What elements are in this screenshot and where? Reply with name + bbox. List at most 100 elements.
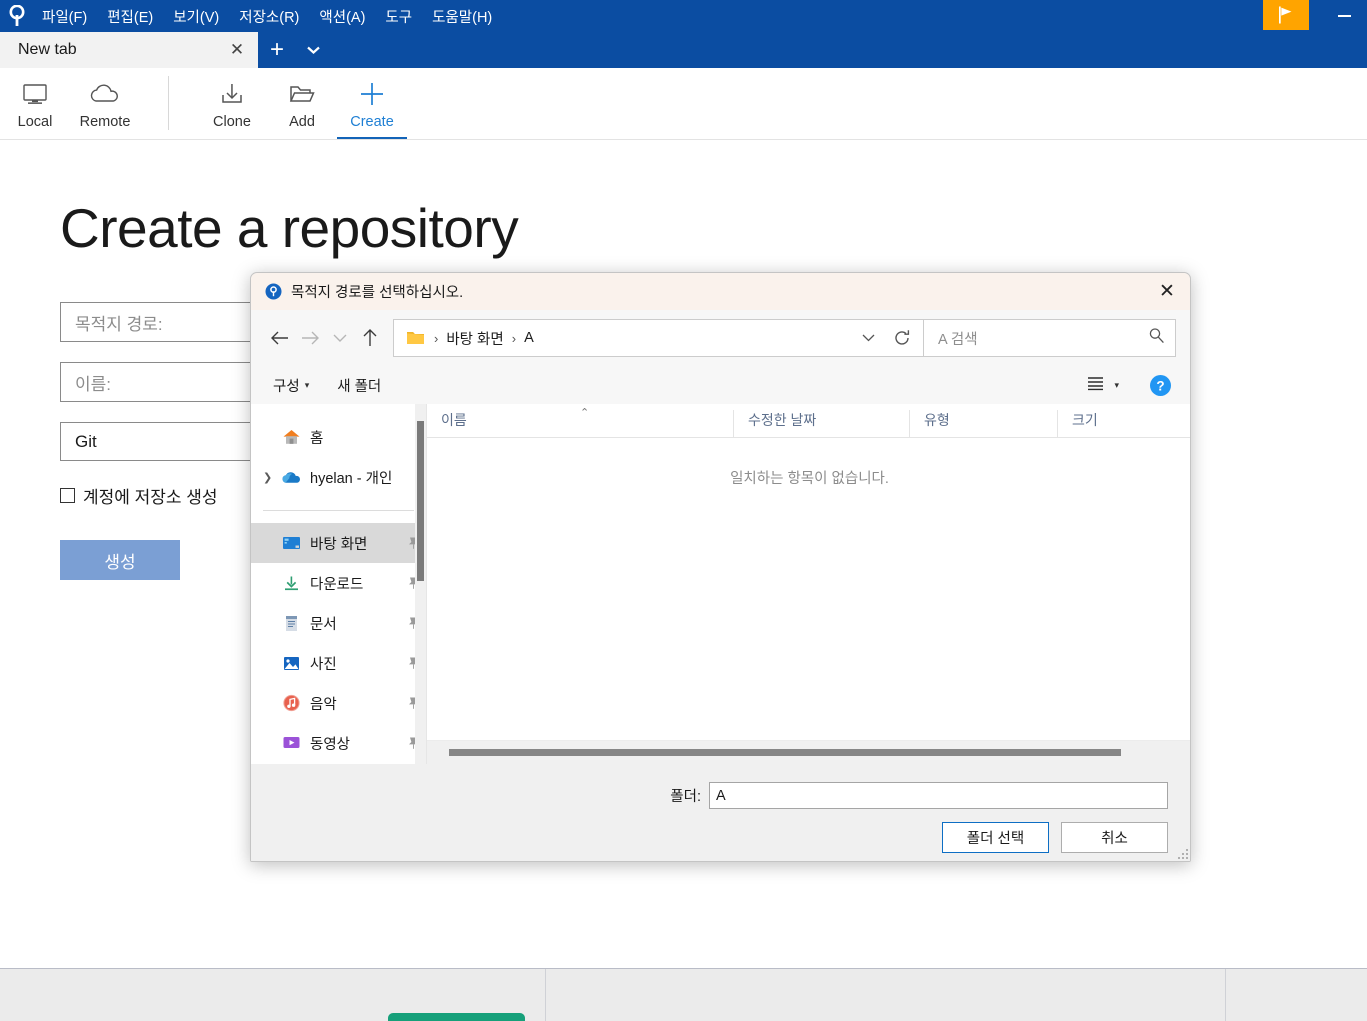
column-header-name[interactable]: ⌃ 이름 xyxy=(427,407,733,437)
bottom-action-button[interactable] xyxy=(388,1013,525,1021)
organize-label: 구성 xyxy=(273,378,300,395)
cancel-button[interactable]: 취소 xyxy=(1061,822,1168,853)
checkbox-box xyxy=(60,488,75,503)
search-input[interactable]: A 검색 xyxy=(924,319,1176,357)
sidebar-item-videos[interactable]: 동영상 xyxy=(251,723,426,763)
view-options-button[interactable]: ▾ xyxy=(1082,372,1123,399)
toolbar-button-remote[interactable]: Remote xyxy=(70,68,140,138)
sidebar-item-desktop[interactable]: 바탕 화면 xyxy=(251,523,426,563)
minimize-icon xyxy=(1337,15,1351,17)
address-bar[interactable]: › 바탕 화면 › A xyxy=(393,319,924,357)
create-button-label: 생성 xyxy=(104,552,136,572)
page-title: Create a repository xyxy=(60,197,519,259)
folder-name-row: 폴더: A xyxy=(251,764,1190,809)
flag-icon xyxy=(1279,6,1292,24)
music-icon xyxy=(281,694,301,712)
forward-button[interactable] xyxy=(295,322,325,354)
sidebar-item-home[interactable]: 홈 xyxy=(251,417,426,457)
dialog-footer: 폴더: A 폴더 선택 취소 xyxy=(251,764,1190,861)
list-view-icon xyxy=(1086,375,1105,396)
breadcrumb-current[interactable]: A xyxy=(521,330,537,346)
help-button[interactable]: ? xyxy=(1149,374,1172,397)
pictures-icon xyxy=(281,655,301,672)
desktop-icon xyxy=(281,535,301,551)
sidebar-item-pictures[interactable]: 사진 xyxy=(251,643,426,683)
menu-repository[interactable]: 저장소(R) xyxy=(229,0,309,32)
folder-name-input[interactable]: A xyxy=(709,782,1168,809)
menu-tools[interactable]: 도구 xyxy=(375,0,422,32)
menu-view[interactable]: 보기(V) xyxy=(163,0,229,32)
sidebar-item-music[interactable]: 음악 xyxy=(251,683,426,723)
main-toolbar: Local Remote Clone Add Create xyxy=(0,68,1367,140)
menu-file[interactable]: 파일(F) xyxy=(32,0,97,32)
sidebar-scrollbar-track[interactable] xyxy=(415,404,426,764)
status-bar xyxy=(0,968,1367,1021)
plus-icon[interactable]: + xyxy=(258,32,296,68)
empty-folder-message: 일치하는 항목이 없습니다. xyxy=(730,471,889,487)
column-label-date: 수정한 날짜 xyxy=(748,412,817,428)
address-chevron-down-icon[interactable] xyxy=(851,320,885,356)
file-list-pane: ⌃ 이름 수정한 날짜 유형 크기 일치하는 항목이 없습니다. xyxy=(427,404,1190,764)
column-label-name: 이름 xyxy=(441,412,467,428)
tab-bar: New tab ✕ + xyxy=(0,32,1367,68)
sidebar-label-desktop: 바탕 화면 xyxy=(310,536,368,553)
chevron-down-icon[interactable] xyxy=(296,32,330,68)
new-folder-label: 새 폴더 xyxy=(337,378,382,395)
sidebar-divider xyxy=(263,510,414,511)
toolbar-button-clone[interactable]: Clone xyxy=(197,68,267,138)
monitor-icon xyxy=(21,79,49,109)
menu-edit[interactable]: 편집(E) xyxy=(97,0,163,32)
sidebar-label-onedrive: hyelan - 개인 xyxy=(310,470,393,487)
select-folder-label: 폴더 선택 xyxy=(966,831,1025,847)
create-repository-button[interactable]: 생성 xyxy=(60,540,180,580)
close-icon[interactable]: ✕ xyxy=(1144,273,1190,310)
recent-locations-button[interactable] xyxy=(325,322,355,354)
create-on-account-checkbox[interactable]: 계정에 저장소 생성 xyxy=(60,483,218,508)
arrow-up-icon xyxy=(363,329,377,346)
status-divider-left xyxy=(545,969,546,1021)
select-folder-button[interactable]: 폴더 선택 xyxy=(942,822,1049,853)
svg-text:?: ? xyxy=(1156,378,1164,393)
new-folder-button[interactable]: 새 폴더 xyxy=(329,371,389,400)
destination-path-placeholder: 목적지 경로: xyxy=(75,314,163,334)
sidebar-item-documents[interactable]: 문서 xyxy=(251,603,426,643)
sidebar-item-downloads[interactable]: 다운로드 xyxy=(251,563,426,603)
toolbar-button-add[interactable]: Add xyxy=(267,68,337,138)
column-headers: ⌃ 이름 수정한 날짜 유형 크기 xyxy=(427,404,1190,438)
sidebar-item-onedrive[interactable]: ❯ hyelan - 개인 xyxy=(251,457,426,497)
chevron-right-icon[interactable]: ❯ xyxy=(263,471,272,484)
menu-bar: 파일(F) 편집(E) 보기(V) 저장소(R) 액션(A) 도구 도움말(H) xyxy=(0,0,1367,32)
column-label-size: 크기 xyxy=(1072,412,1098,428)
horizontal-scrollbar-thumb[interactable] xyxy=(449,749,1121,756)
file-list-horizontal-scrollbar[interactable] xyxy=(427,740,1190,764)
sidebar-scrollbar-thumb[interactable] xyxy=(417,421,424,581)
toolbar-button-local[interactable]: Local xyxy=(0,68,70,138)
toolbar-button-create[interactable]: Create xyxy=(337,68,407,139)
close-icon[interactable]: ✕ xyxy=(224,37,250,63)
dialog-button-row: 폴더 선택 취소 xyxy=(251,809,1190,853)
tab-new-tab[interactable]: New tab ✕ xyxy=(0,32,258,68)
column-label-type: 유형 xyxy=(924,412,950,428)
search-icon xyxy=(1148,327,1165,349)
flag-button[interactable] xyxy=(1263,0,1309,30)
menu-help[interactable]: 도움말(H) xyxy=(422,0,502,32)
refresh-icon[interactable] xyxy=(885,320,919,356)
up-button[interactable] xyxy=(355,322,385,354)
help-icon: ? xyxy=(1150,374,1171,396)
column-header-size[interactable]: 크기 xyxy=(1057,410,1177,437)
column-header-type[interactable]: 유형 xyxy=(909,410,1057,437)
resize-grip[interactable] xyxy=(1177,848,1189,860)
navigation-pane: 홈 ❯ hyelan - 개인 바탕 화면 다운로드 문서 사진 음악 동영상 xyxy=(251,404,427,764)
minimize-button[interactable] xyxy=(1321,0,1367,32)
command-bar: 구성 ▾ 새 폴더 ▾ ? xyxy=(251,366,1190,404)
sidebar-label-videos: 동영상 xyxy=(310,736,351,753)
column-header-date-modified[interactable]: 수정한 날짜 xyxy=(733,410,909,437)
plus-icon xyxy=(359,79,385,109)
toolbar-divider xyxy=(168,76,169,130)
back-button[interactable] xyxy=(265,322,295,354)
chevron-down-icon: ▾ xyxy=(304,379,310,390)
menu-action[interactable]: 액션(A) xyxy=(309,0,375,32)
sidebar-label-pictures: 사진 xyxy=(310,656,337,673)
breadcrumb-desktop[interactable]: 바탕 화면 xyxy=(443,328,506,349)
organize-button[interactable]: 구성 ▾ xyxy=(265,371,317,400)
